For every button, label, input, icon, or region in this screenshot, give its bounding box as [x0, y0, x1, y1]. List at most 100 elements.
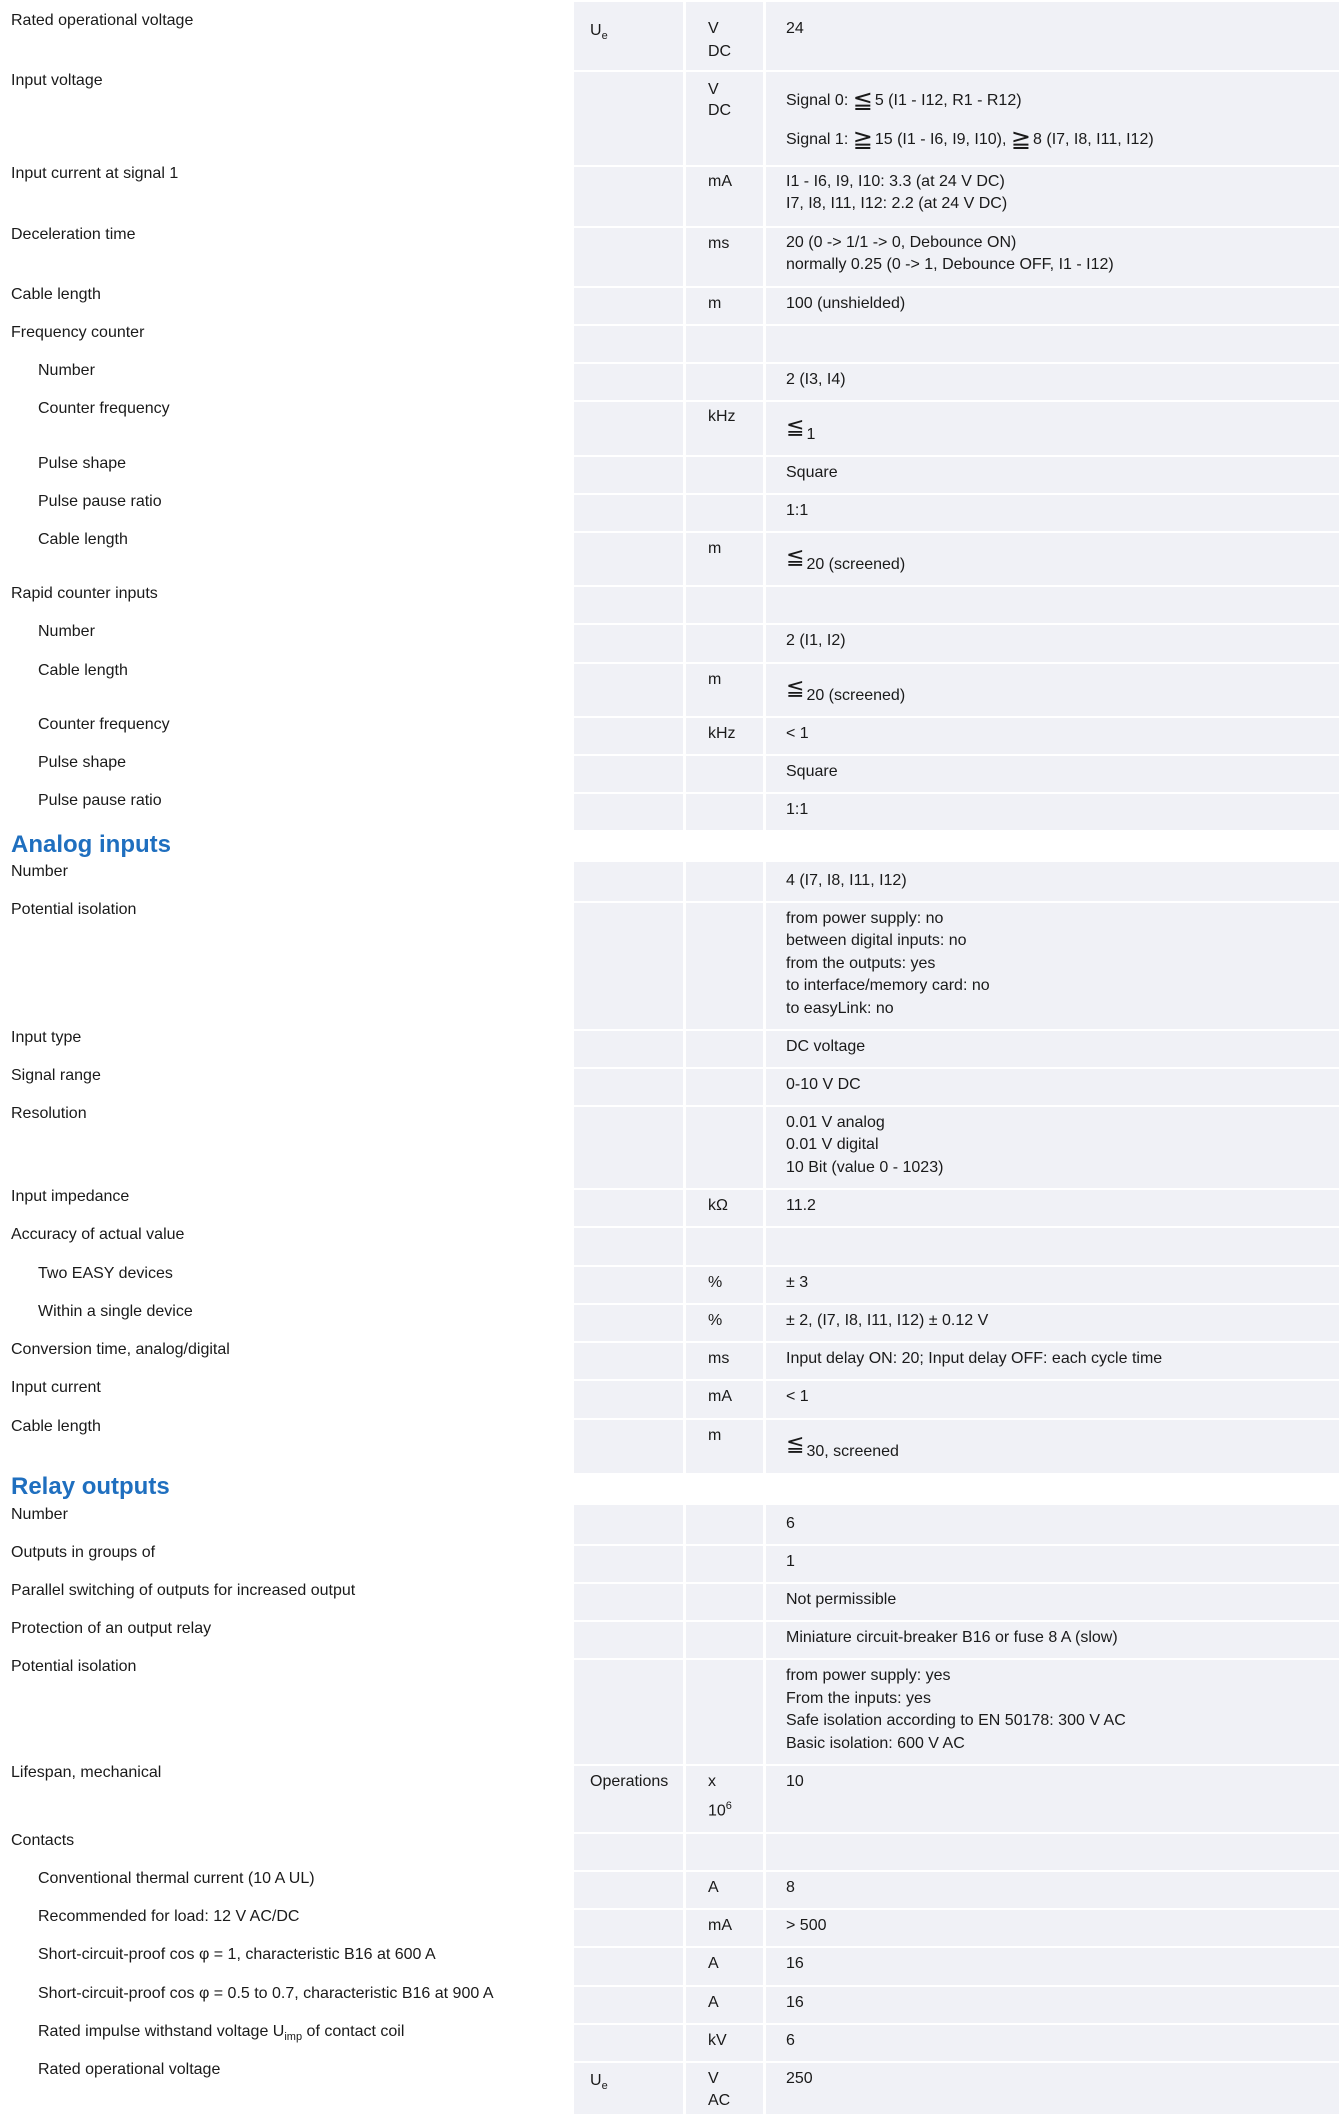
unit-v: V — [708, 81, 719, 98]
table-background — [574, 2, 1339, 2114]
unit: kV — [708, 2032, 727, 2049]
value: > 500 — [786, 1917, 827, 1934]
row-divider — [574, 1226, 1339, 1228]
value: I7, I8, I11, I12: 2.2 (at 24 V DC) — [786, 195, 1008, 212]
value: 8 — [786, 1879, 795, 1896]
value: 0-10 V DC — [786, 1076, 861, 1093]
value: 6 — [786, 2032, 795, 2049]
group-label: Accuracy of actual value — [11, 1226, 185, 1243]
value: 100 (unshielded) — [786, 295, 906, 312]
value: I1 - I6, I9, I10: 3.3 (at 24 V DC) — [786, 173, 1005, 190]
row-divider — [574, 716, 1339, 718]
unit-power: 106 — [708, 1800, 732, 1820]
row-label: Pulse shape — [38, 754, 127, 771]
column-divider — [683, 2, 686, 830]
row-label: Rated operational voltage — [38, 2061, 221, 2078]
symbol-ue: Ue — [590, 22, 608, 43]
row-divider — [574, 2061, 1339, 2063]
value: from the outputs: yes — [786, 955, 936, 972]
row-label: Within a single device — [38, 1303, 193, 1320]
row-divider — [574, 226, 1339, 228]
row-label: Outputs in groups of — [11, 1544, 156, 1561]
row-label: Cable length — [38, 662, 128, 679]
value-signal-1: Signal 1: ≧ 15 (I1 - I6, I9, I10), ≧ 8 (I7… — [786, 126, 1154, 153]
less-or-equal-icon: ≦ — [786, 544, 805, 569]
value: 0.01 V digital — [786, 1136, 879, 1153]
value: Basic isolation: 600 V AC — [786, 1735, 965, 1752]
row-label: Pulse pause ratio — [38, 792, 162, 809]
row-divider — [574, 362, 1339, 364]
value: DC voltage — [786, 1038, 866, 1055]
row-label: Input impedance — [11, 1188, 130, 1205]
value: 6 — [786, 1515, 795, 1532]
value: 1:1 — [786, 801, 809, 818]
row-divider — [574, 1029, 1339, 1031]
value: 0.01 V analog — [786, 1114, 885, 1131]
unit: kHz — [708, 725, 736, 742]
value: < 1 — [786, 725, 809, 742]
row-label: Conventional thermal current (10 A UL) — [38, 1870, 315, 1887]
value: Square — [786, 763, 838, 780]
row-label: Pulse shape — [38, 455, 127, 472]
unit: mA — [708, 173, 732, 190]
row-label: Number — [38, 623, 95, 640]
row-divider — [574, 623, 1339, 625]
row-label: Counter frequency — [38, 716, 170, 733]
value: 20 (0 -> 1/1 -> 0, Debounce ON) — [786, 234, 1017, 251]
row-label: Rated impulse withstand voltage Uimp of … — [38, 2023, 405, 2044]
row-label: Number — [11, 1506, 68, 1523]
row-label: Short-circuit-proof cos φ = 0.5 to 0.7, … — [38, 1985, 494, 2002]
value: Square — [786, 464, 838, 481]
unit: kHz — [708, 408, 736, 425]
row-divider — [574, 1620, 1339, 1622]
row-label: Number — [38, 362, 95, 379]
column-divider — [763, 1505, 766, 2114]
row-label: Pulse pause ratio — [38, 493, 162, 510]
row-label: Deceleration time — [11, 226, 136, 243]
row-divider — [574, 585, 1339, 587]
value-signal-0: Signal 0: ≦ 5 (I1 - I12, R1 - R12) — [786, 87, 1022, 114]
row-label: Potential isolation — [11, 1658, 137, 1675]
unit: A — [708, 1879, 719, 1896]
row-divider — [574, 1544, 1339, 1546]
column-divider — [763, 862, 766, 1473]
value: from power supply: no — [786, 910, 944, 927]
row-label: Short-circuit-proof cos φ = 1, character… — [38, 1946, 436, 1963]
row-label: Input voltage — [11, 72, 103, 89]
row-label: Number — [11, 863, 68, 880]
row-divider — [574, 1105, 1339, 1107]
value: between digital inputs: no — [786, 932, 967, 949]
value: 10 Bit (value 0 - 1023) — [786, 1159, 944, 1176]
unit: m — [708, 671, 722, 688]
value: ≦ 30, screened — [786, 1431, 899, 1461]
value: 24 — [786, 20, 804, 37]
row-label: Parallel switching of outputs for increa… — [11, 1582, 356, 1599]
row-label: Recommended for load: 12 V AC/DC — [38, 1908, 300, 1925]
column-divider — [763, 2, 766, 830]
section-heading-relay: Relay outputs — [11, 1473, 170, 1500]
row-divider — [574, 324, 1339, 326]
row-label: Counter frequency — [38, 400, 170, 417]
table-block — [574, 862, 1339, 1473]
row-divider — [574, 1265, 1339, 1267]
group-label: Frequency counter — [11, 324, 145, 341]
unit: % — [708, 1274, 723, 1291]
row-divider — [574, 1067, 1339, 1069]
column-divider — [683, 1505, 686, 2114]
unit-v: V — [708, 2070, 719, 2087]
value: 4 (I7, I8, I11, I12) — [786, 872, 907, 889]
value: ≦ 1 — [786, 414, 816, 444]
unit-x: x — [708, 1773, 716, 1790]
unit-ac: AC — [708, 2092, 731, 2109]
row-divider — [574, 1908, 1339, 1910]
value: ≦ 20 (screened) — [786, 675, 906, 705]
unit: A — [708, 1955, 719, 1972]
value: 11.2 — [786, 1197, 816, 1214]
value: normally 0.25 (0 -> 1, Debounce OFF, I1 … — [786, 256, 1114, 273]
row-label: Conversion time, analog/digital — [11, 1341, 230, 1358]
row-label: Input current — [11, 1379, 101, 1396]
table-block — [574, 1505, 1339, 2114]
value: Not permissible — [786, 1591, 897, 1608]
unit: kΩ — [708, 1197, 728, 1214]
row-divider — [574, 1985, 1339, 1987]
